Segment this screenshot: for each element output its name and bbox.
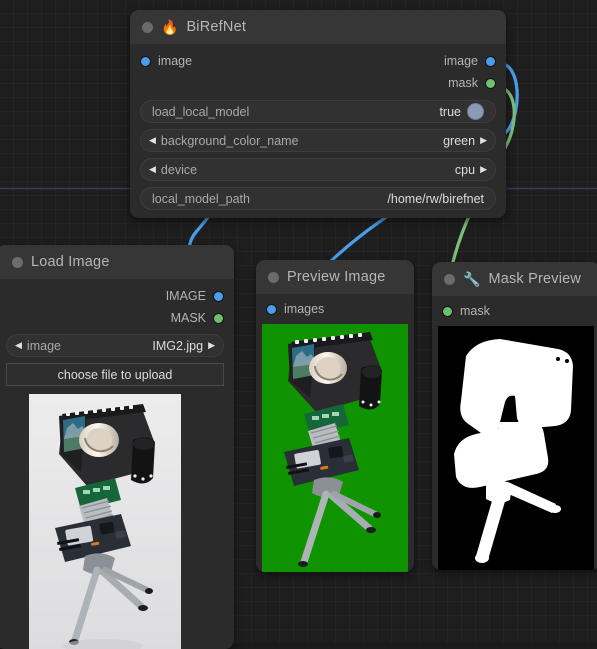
node-preview-image-title: Preview Image xyxy=(287,269,386,285)
input-slot-images-dot[interactable] xyxy=(267,304,276,314)
input-slot-image-dot[interactable] xyxy=(141,56,150,66)
flame-icon: 🔥 xyxy=(161,19,179,35)
node-preview-image-body: images xyxy=(256,294,414,572)
output-slot-mask-label: mask xyxy=(448,76,478,90)
collapse-dot-icon[interactable] xyxy=(142,21,153,33)
widget-background-color-name-label: background_color_name xyxy=(160,133,299,148)
chevron-left-icon[interactable]: ◀ xyxy=(149,136,156,145)
slot-row-image-out: IMAGE xyxy=(0,285,234,307)
widget-background-color-name[interactable]: ◀ background_color_name green ▶ xyxy=(140,129,496,152)
widget-image-file-label: image xyxy=(26,338,61,353)
chevron-right-icon[interactable]: ▶ xyxy=(480,136,487,145)
chevron-left-icon[interactable]: ◀ xyxy=(149,165,156,174)
node-birefnet-titlebar[interactable]: 🔥 BiRefNet xyxy=(130,10,506,44)
output-slot-image-dot[interactable] xyxy=(214,291,223,301)
chevron-left-icon[interactable]: ◀ xyxy=(15,341,22,350)
collapse-dot-icon[interactable] xyxy=(12,256,23,268)
output-slot-mask-dot[interactable] xyxy=(214,313,223,323)
collapse-dot-icon[interactable] xyxy=(444,273,455,285)
slot-row-mask: mask xyxy=(130,72,506,94)
output-slot-image-dot[interactable] xyxy=(486,56,495,66)
green-screen-illustration xyxy=(262,324,408,572)
load-image-preview[interactable] xyxy=(29,394,181,649)
widget-load-local-model-label: load_local_model xyxy=(152,104,250,119)
mask-illustration xyxy=(438,326,594,570)
widget-local-model-path[interactable]: local_model_path /home/rw/birefnet xyxy=(140,187,496,210)
widget-image-file-value: IMG2.jpg xyxy=(152,338,204,353)
output-slot-image-label: image xyxy=(443,54,478,68)
photo-illustration xyxy=(29,394,181,649)
node-mask-preview-titlebar[interactable]: 🔧 Mask Preview xyxy=(432,262,597,296)
wrench-icon: 🔧 xyxy=(463,271,481,287)
node-mask-preview-body: mask xyxy=(432,296,597,570)
widget-local-model-path-value[interactable]: /home/rw/birefnet xyxy=(387,192,484,206)
slot-row-images-in: images xyxy=(256,298,414,320)
node-preview-image-titlebar[interactable]: Preview Image xyxy=(256,260,414,294)
widget-image-file[interactable]: ◀ image IMG2.jpg ▶ xyxy=(6,334,224,357)
node-mask-preview[interactable]: 🔧 Mask Preview mask xyxy=(432,262,597,570)
chevron-right-icon[interactable]: ▶ xyxy=(208,341,215,350)
output-slot-image-label: IMAGE xyxy=(165,289,206,303)
collapse-dot-icon[interactable] xyxy=(268,271,279,283)
node-load-image-title: Load Image xyxy=(31,254,110,270)
slot-row-mask-in: mask xyxy=(432,300,597,322)
input-slot-mask-dot[interactable] xyxy=(443,306,452,316)
input-slot-images-label: images xyxy=(284,302,325,316)
mask-preview-output[interactable] xyxy=(438,326,594,570)
input-slot-mask-label: mask xyxy=(460,304,490,318)
widget-local-model-path-label: local_model_path xyxy=(152,191,250,206)
node-load-image-titlebar[interactable]: Load Image xyxy=(0,245,234,279)
node-preview-image[interactable]: Preview Image images xyxy=(256,260,414,572)
node-load-image[interactable]: Load Image IMAGE MASK ◀ image IMG2.jpg ▶ xyxy=(0,245,234,649)
node-birefnet-widgets: load_local_model true ◀ background_color… xyxy=(130,98,506,210)
toggle-switch-icon[interactable] xyxy=(467,103,484,120)
input-slot-image-label: image xyxy=(158,54,193,68)
chevron-right-icon[interactable]: ▶ xyxy=(480,165,487,174)
widget-device[interactable]: ◀ device cpu ▶ xyxy=(140,158,496,181)
output-slot-mask-dot[interactable] xyxy=(486,78,495,88)
widget-load-local-model-value: true xyxy=(439,104,461,119)
widget-background-color-name-value: green xyxy=(443,133,476,148)
node-load-image-body: IMAGE MASK ◀ image IMG2.jpg ▶ choose fil… xyxy=(0,279,234,649)
node-load-image-widgets: ◀ image IMG2.jpg ▶ xyxy=(0,332,234,357)
node-birefnet-body: image image mask load_local_model true ◀… xyxy=(130,44,506,218)
slot-row-mask-out: MASK xyxy=(0,307,234,329)
widget-device-value: cpu xyxy=(454,162,476,177)
widget-load-local-model[interactable]: load_local_model true xyxy=(140,100,496,123)
node-graph-canvas[interactable]: 🔥 BiRefNet image image mask load_local_m… xyxy=(0,0,597,649)
choose-file-to-upload-button[interactable]: choose file to upload xyxy=(6,363,224,386)
node-birefnet-title: BiRefNet xyxy=(186,19,247,35)
preview-image-output[interactable] xyxy=(262,324,408,572)
node-mask-preview-title: Mask Preview xyxy=(488,271,582,287)
output-slot-mask-label: MASK xyxy=(170,311,206,325)
node-birefnet[interactable]: 🔥 BiRefNet image image mask load_local_m… xyxy=(130,10,506,218)
slot-row-image: image image xyxy=(130,50,506,72)
widget-device-label: device xyxy=(160,162,198,177)
